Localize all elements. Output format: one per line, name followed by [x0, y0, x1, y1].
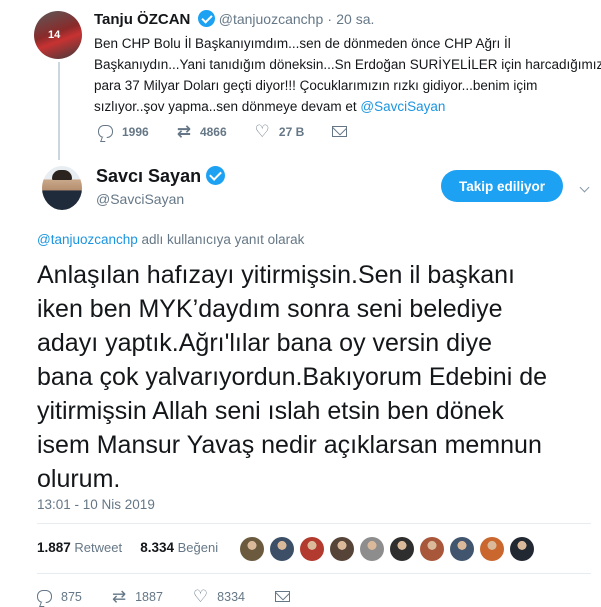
tweet-time[interactable]: 20 sa.: [336, 11, 374, 27]
author-name[interactable]: Tanju ÖZCAN: [94, 11, 190, 28]
like-button[interactable]: ♡ 27 B: [255, 123, 305, 140]
heart-icon: ♡: [254, 122, 270, 141]
divider: [37, 573, 591, 574]
author-name-row: Savcı Sayan: [96, 166, 226, 187]
retweet-stat[interactable]: 1.887 Retweet: [37, 540, 122, 555]
retweet-icon: ⇄: [111, 587, 127, 606]
like-button[interactable]: ♡ 8334: [193, 588, 245, 605]
retweet-count: 1887: [135, 589, 163, 604]
retweet-icon: ⇄: [176, 122, 191, 141]
liker-avatar[interactable]: [300, 537, 324, 561]
mention-link[interactable]: @SavciSayan: [360, 99, 445, 114]
like-stat[interactable]: 8.334 Beğeni: [140, 540, 218, 555]
reply-count: 1996: [122, 124, 149, 139]
main-tweet-text: Anlaşılan hafızayı yitirmişsin.Sen il ba…: [37, 258, 597, 496]
liker-avatar[interactable]: [240, 537, 264, 561]
parent-tweet-header: Tanju ÖZCAN @tanjuozcanchp · 20 sa.: [94, 10, 374, 28]
tweet-text-line: para 37 Milyar Doları geçti diyor!!! Çoc…: [94, 78, 538, 93]
reply-count: 875: [61, 589, 82, 604]
liker-avatars: [240, 537, 540, 561]
reply-icon: [37, 590, 52, 603]
liker-avatar[interactable]: [270, 537, 294, 561]
author-name[interactable]: Savcı Sayan: [96, 166, 201, 186]
author-handle[interactable]: @SavciSayan: [96, 191, 184, 207]
avatar[interactable]: [42, 166, 82, 210]
tweet-text-line: sızlıyor..şov yapma..sen dönmeye devam e…: [94, 96, 594, 117]
thread-connector-line: [58, 62, 60, 160]
author-handle[interactable]: @tanjuozcanchp: [219, 11, 324, 27]
tweet-text-line: yitirmişsin Allah seni ıslah etsin ben d…: [37, 397, 504, 425]
retweet-count: 4866: [199, 124, 227, 139]
liker-avatar[interactable]: [420, 537, 444, 561]
tweet-text-line: isem Mansur Yavaş nedir açıklarsan memnu…: [37, 431, 542, 459]
tweet-text-line: olurum.: [37, 465, 121, 493]
mention-link[interactable]: @tanjuozcanchp: [37, 232, 138, 247]
tweet-text-fragment: sızlıyor..şov yapma..sen dönmeye devam e…: [94, 99, 361, 114]
tweet-text-line: Anlaşılan hafızayı yitirmişsin.Sen il ba…: [37, 261, 515, 289]
replying-to-text: adlı kullanıcıya yanıt olarak: [137, 232, 305, 247]
liker-avatar[interactable]: [510, 537, 534, 561]
reply-button[interactable]: 875: [37, 590, 82, 604]
avatar-jersey-number: 14: [48, 29, 61, 41]
engagement-stats: 1.887 Retweet 8.334 Beğeni: [37, 540, 218, 555]
like-count: 27 B: [278, 124, 305, 139]
liker-avatar[interactable]: [480, 537, 504, 561]
direct-message-button[interactable]: [332, 126, 348, 137]
replying-to-line: @tanjuozcanchp adlı kullanıcıya yanıt ol…: [37, 232, 304, 247]
reply-icon: [98, 125, 113, 138]
liker-avatar[interactable]: [390, 537, 414, 561]
main-tweet-actions: 875 ⇄ 1887 ♡ 8334: [37, 588, 320, 605]
retweet-button[interactable]: ⇄ 4866: [177, 123, 227, 140]
tweet-timestamp[interactable]: 13:01 - 10 Nis 2019: [37, 497, 155, 512]
verified-badge-icon: [197, 10, 215, 27]
following-button[interactable]: Takip ediliyor: [441, 170, 563, 202]
direct-message-button[interactable]: [274, 591, 290, 602]
tweet-text-line: iken ben MYK’daydım sonra seni belediye: [37, 295, 503, 323]
tweet-text-line: bana çok yalvarıyordun.Bakıyorum Edebini…: [37, 363, 548, 391]
tweet-text-line: adayı yaptık.Ağrı'lılar bana oy versin d…: [37, 329, 493, 357]
tweet-text-line: Ben CHP Bolu İl Başkanıyımdım...sen de d…: [94, 36, 511, 51]
reply-button[interactable]: 1996: [98, 125, 149, 139]
envelope-icon: [274, 591, 290, 602]
liker-avatar[interactable]: [330, 537, 354, 561]
verified-badge-icon: [206, 166, 226, 185]
parent-tweet-actions: 1996 ⇄ 4866 ♡ 27 B: [98, 123, 375, 140]
avatar-hair-shape: [52, 170, 72, 180]
divider: [37, 523, 591, 524]
envelope-icon: [332, 126, 348, 137]
retweet-button[interactable]: ⇄ 1887: [112, 588, 163, 605]
liker-avatar[interactable]: [360, 537, 384, 561]
parent-tweet[interactable]: 14 Tanju ÖZCAN @tanjuozcanchp · 20 sa. B…: [0, 0, 601, 160]
tweet-text-line: Başkanıydın...Yani tanıdığım döneksin...…: [94, 57, 601, 72]
heart-icon: ♡: [192, 587, 209, 606]
avatar[interactable]: 14: [34, 11, 82, 59]
like-count: 8334: [217, 589, 245, 604]
chevron-down-icon[interactable]: [579, 182, 590, 193]
parent-tweet-text: Ben CHP Bolu İl Başkanıyımdım...sen de d…: [94, 33, 601, 117]
liker-avatar[interactable]: [450, 537, 474, 561]
separator-dot: ·: [327, 11, 333, 27]
